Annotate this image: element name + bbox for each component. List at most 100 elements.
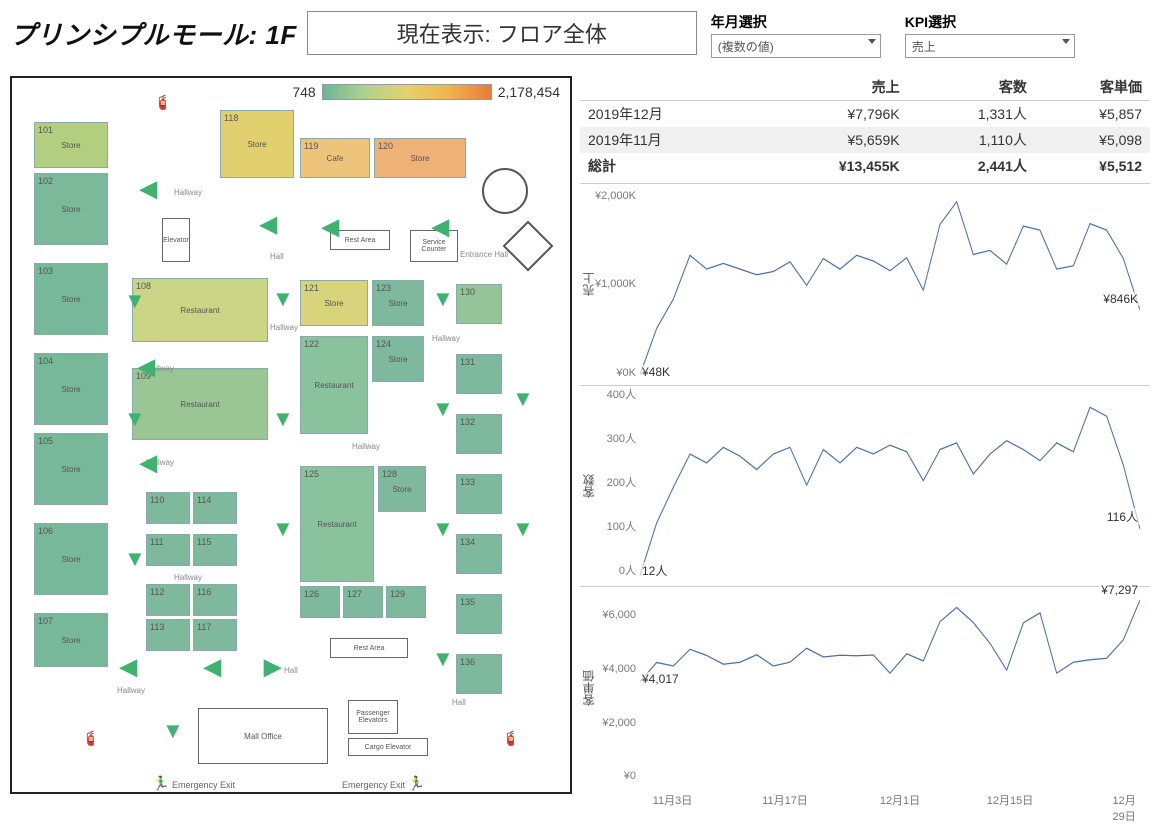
room-115[interactable]: 115 xyxy=(193,534,237,566)
room-132[interactable]: 132 xyxy=(456,414,502,454)
arrow-icon: ▶ xyxy=(264,656,281,678)
data-label-first: ¥4,017 xyxy=(640,672,681,686)
arrow-icon: ◀ xyxy=(140,178,157,200)
arrow-icon: ▼ xyxy=(432,648,454,670)
chart-panel-売上[interactable]: 売上¥0K¥1,000K¥2,000K¥48K¥846K xyxy=(580,183,1150,385)
elevator-label: Elevator xyxy=(162,218,190,262)
room-101[interactable]: 101Store xyxy=(34,122,108,168)
chart-panel-客数[interactable]: 客数0人100人200人300人400人12人116人 xyxy=(580,385,1150,587)
chevron-down-icon xyxy=(1062,39,1070,44)
data-label-last: ¥7,297 xyxy=(1099,583,1140,597)
room-108[interactable]: 108Restaurant xyxy=(132,278,268,342)
room-106[interactable]: 106Store xyxy=(34,523,108,595)
room-127[interactable]: 127 xyxy=(343,586,383,618)
chart-panel-客単価[interactable]: 客単価¥0¥2,000¥4,000¥6,000¥4,017¥7,297 xyxy=(580,586,1150,788)
fire-extinguisher-icon: 🧯 xyxy=(502,730,519,747)
ytick: ¥0K xyxy=(584,367,636,379)
ytick: ¥0 xyxy=(584,770,636,782)
room-111[interactable]: 111 xyxy=(146,534,190,566)
table-row: 2019年11月¥5,659K1,110人¥5,098 xyxy=(580,127,1150,153)
room-118[interactable]: 118Store xyxy=(220,110,294,178)
table-total-row: 総計¥13,455K2,441人¥5,512 xyxy=(580,153,1150,179)
hallway-label: Hallway xyxy=(270,323,298,332)
passenger-elevators: Passenger Elevators xyxy=(348,700,398,734)
room-114[interactable]: 114 xyxy=(193,492,237,524)
legend-max: 2,178,454 xyxy=(498,84,560,100)
ytick: ¥2,000K xyxy=(584,190,636,202)
table-header xyxy=(580,74,758,101)
xtick: 11月3日 xyxy=(653,792,693,808)
hallway-label: Hallway xyxy=(117,686,145,695)
summary-table: 売上客数客単価 2019年12月¥7,796K1,331人¥5,8572019年… xyxy=(580,74,1150,179)
data-label-first: 12人 xyxy=(640,562,669,579)
room-128[interactable]: 128Store xyxy=(378,466,426,512)
room-123[interactable]: 123Store xyxy=(372,280,424,326)
xtick: 11月17日 xyxy=(762,792,808,808)
arrow-icon: ▼ xyxy=(124,408,146,430)
data-label-last: 116人 xyxy=(1105,508,1140,525)
ytick: 200人 xyxy=(584,474,636,490)
room-116[interactable]: 116 xyxy=(193,584,237,616)
room-131[interactable]: 131 xyxy=(456,354,502,394)
current-display: 現在表示: フロア全体 xyxy=(307,11,697,55)
room-102[interactable]: 102Store xyxy=(34,173,108,245)
hallway-label: Hallway xyxy=(352,442,380,451)
chevron-down-icon xyxy=(868,39,876,44)
ytick: ¥2,000 xyxy=(584,717,636,729)
arrow-icon: ◀ xyxy=(432,216,449,238)
kpi-filter-label: KPI選択 xyxy=(905,12,1075,32)
arrow-icon: ◀ xyxy=(120,656,137,678)
room-117[interactable]: 117 xyxy=(193,619,237,651)
ytick: 0人 xyxy=(584,562,636,578)
kpi-filter-value: 売上 xyxy=(912,38,936,55)
room-113[interactable]: 113 xyxy=(146,619,190,651)
arrow-icon: ▼ xyxy=(512,388,534,410)
floor-plan[interactable]: 748 2,178,454 101Store 102Store 103Store… xyxy=(10,76,572,794)
period-filter-label: 年月選択 xyxy=(711,12,881,32)
entrance-icon xyxy=(503,221,554,272)
hall-label: Hall xyxy=(270,252,284,261)
room-105[interactable]: 105Store xyxy=(34,433,108,505)
mall-office: Mall Office xyxy=(198,708,328,764)
xtick: 12月29日 xyxy=(1113,792,1138,824)
arrow-icon: ▼ xyxy=(124,290,146,312)
room-136[interactable]: 136 xyxy=(456,654,502,694)
room-104[interactable]: 104Store xyxy=(34,353,108,425)
rest-area-1: Rest Area xyxy=(330,230,390,250)
room-120[interactable]: 120Store xyxy=(374,138,466,178)
table-header: 客単価 xyxy=(1035,74,1150,101)
room-119[interactable]: 119Cafe xyxy=(300,138,370,178)
kpi-filter-select[interactable]: 売上 xyxy=(905,34,1075,58)
room-122[interactable]: 122Restaurant xyxy=(300,336,368,434)
hall-label: Hall xyxy=(452,698,466,707)
fire-extinguisher-icon: 🧯 xyxy=(82,730,99,747)
arrow-icon: ▼ xyxy=(432,398,454,420)
arrow-icon: ▼ xyxy=(124,548,146,570)
arrow-icon: ◀ xyxy=(204,656,221,678)
room-110[interactable]: 110 xyxy=(146,492,190,524)
room-126[interactable]: 126 xyxy=(300,586,340,618)
room-133[interactable]: 133 xyxy=(456,474,502,514)
rest-area-2: Rest Area xyxy=(330,638,408,658)
legend-gradient xyxy=(322,84,492,100)
room-112[interactable]: 112 xyxy=(146,584,190,616)
arrow-icon: ▼ xyxy=(432,518,454,540)
room-130[interactable]: 130 xyxy=(456,284,502,324)
arrow-icon: ◀ xyxy=(138,356,155,378)
room-125[interactable]: 125Restaurant xyxy=(300,466,374,582)
table-row: 2019年12月¥7,796K1,331人¥5,857 xyxy=(580,101,1150,128)
hall-label: Hall xyxy=(284,666,298,675)
room-121[interactable]: 121Store xyxy=(300,280,368,326)
hallway-label: Hallway xyxy=(174,573,202,582)
period-filter-value: (複数の値) xyxy=(718,38,774,55)
ytick: ¥6,000 xyxy=(584,609,636,621)
room-129[interactable]: 129 xyxy=(386,586,426,618)
arrow-icon: ▼ xyxy=(272,408,294,430)
room-134[interactable]: 134 xyxy=(456,534,502,574)
room-124[interactable]: 124Store xyxy=(372,336,424,382)
ytick: 300人 xyxy=(584,430,636,446)
room-103[interactable]: 103Store xyxy=(34,263,108,335)
period-filter-select[interactable]: (複数の値) xyxy=(711,34,881,58)
room-107[interactable]: 107Store xyxy=(34,613,108,667)
room-135[interactable]: 135 xyxy=(456,594,502,634)
